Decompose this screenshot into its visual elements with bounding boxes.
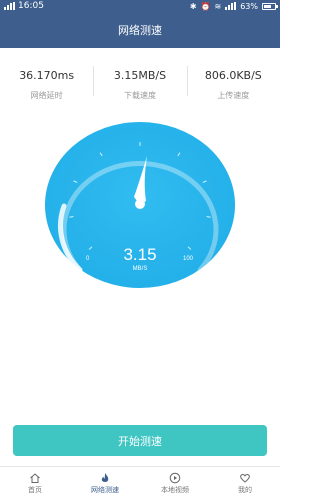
bluetooth-icon: ✱ — [189, 1, 197, 11]
tab-speed-test-label: 网络测速 — [91, 486, 119, 494]
app-header: 网络测速 — [0, 12, 280, 48]
battery-percent: 63% — [240, 1, 258, 11]
tab-home-label: 首页 — [28, 486, 42, 494]
wifi-icon: ≋ — [214, 1, 222, 11]
alarm-icon: ⏰ — [200, 1, 211, 11]
cell-signal-icon — [225, 2, 237, 10]
heart-icon — [240, 473, 250, 483]
gauge-value: 3.15 — [123, 245, 156, 264]
download-label: 下载速度 — [123, 91, 156, 100]
status-bar: 16:05 ✱ ⏰ ≋ 63% — [0, 0, 280, 12]
gauge-unit: MB/S — [133, 266, 148, 272]
battery-icon — [262, 2, 278, 10]
status-time: 16:05 — [18, 1, 44, 11]
metric-download: 3.15MB/S 下载速度 — [93, 62, 186, 106]
gauge-max-label: 100 — [183, 256, 194, 262]
upload-label: 上传速度 — [217, 91, 250, 100]
upload-value: 806.0KB/S — [204, 69, 262, 82]
play-icon — [169, 472, 181, 484]
gauge-hub — [135, 199, 145, 209]
tab-home[interactable]: 首页 — [0, 467, 70, 500]
gauge-svg: 0 100 3.15 MB/S — [45, 122, 235, 288]
latency-label: 网络延时 — [30, 91, 63, 100]
page-title: 网络测速 — [118, 24, 162, 37]
tab-local-video-label: 本地视频 — [161, 486, 189, 494]
signal-icon — [4, 2, 15, 10]
start-test-label: 开始测速 — [118, 434, 162, 448]
speed-gauge: 0 100 3.15 MB/S — [0, 120, 280, 290]
metric-upload: 806.0KB/S 上传速度 — [186, 62, 280, 106]
tab-mine-label: 我的 — [238, 486, 252, 494]
home-icon — [30, 473, 40, 483]
metric-latency: 36.170ms 网络延时 — [0, 62, 93, 106]
download-value: 3.15MB/S — [113, 69, 167, 82]
flame-icon — [101, 473, 109, 482]
tab-mine[interactable]: 我的 — [210, 467, 280, 500]
latency-value: 36.170ms — [19, 69, 75, 82]
bottom-tab-bar: 首页 网络测速 本地视频 我的 — [0, 466, 280, 500]
tab-local-video[interactable]: 本地视频 — [140, 467, 210, 500]
metrics-row: 36.170ms 网络延时 3.15MB/S 下载速度 806.0KB/S 上传… — [0, 62, 280, 106]
tab-speed-test[interactable]: 网络测速 — [70, 467, 140, 500]
start-test-button[interactable]: 开始测速 — [13, 425, 267, 456]
